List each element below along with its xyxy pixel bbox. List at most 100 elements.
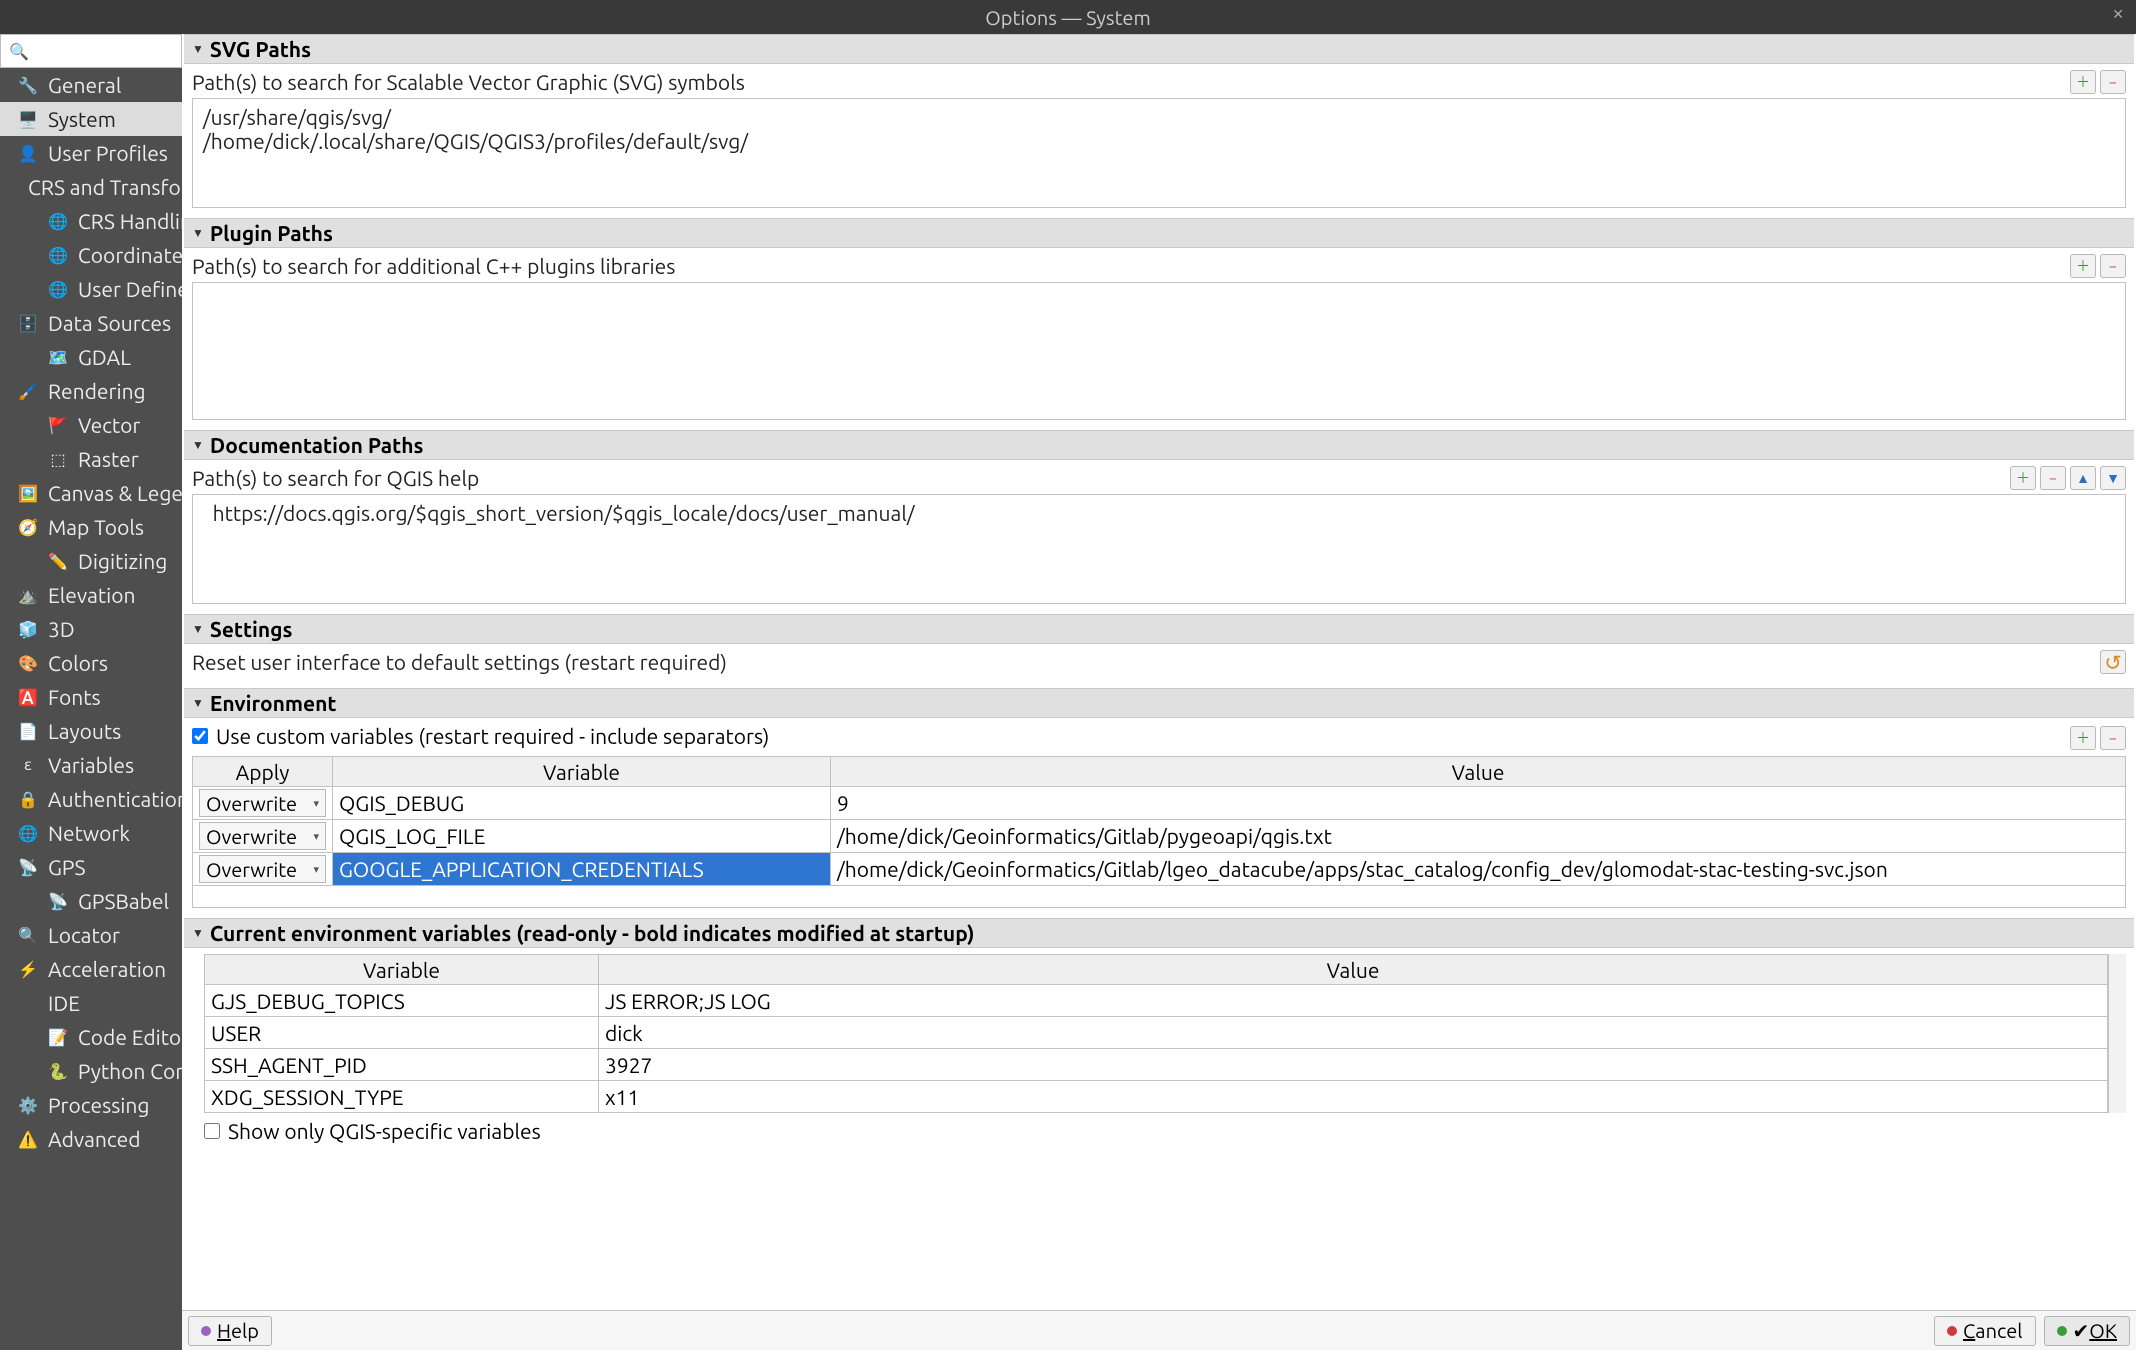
nav-item-icon: ⚙️ bbox=[18, 1095, 38, 1115]
section-header-settings[interactable]: ▼ Settings bbox=[184, 614, 2134, 644]
remove-path-button[interactable]: − bbox=[2040, 466, 2066, 490]
window-close-icon[interactable]: ✕ bbox=[2112, 6, 2124, 23]
nav-item-variables[interactable]: εVariables bbox=[0, 748, 182, 782]
env-row[interactable]: Overwrite▾QGIS_LOG_FILE/home/dick/Geoinf… bbox=[193, 820, 2126, 853]
section-header-plugin-paths[interactable]: ▼ Plugin Paths bbox=[184, 218, 2134, 248]
nav-item-label: Network bbox=[48, 821, 130, 845]
add-variable-button[interactable]: ＋ bbox=[2070, 726, 2096, 750]
nav-item-user-profiles[interactable]: 👤User Profiles bbox=[0, 136, 182, 170]
options-nav-tree[interactable]: 🔧General🖥️System👤User ProfilesCRS and Tr… bbox=[0, 68, 182, 1350]
env-value-cell[interactable]: 9 bbox=[831, 787, 2126, 820]
add-path-button[interactable]: ＋ bbox=[2010, 466, 2036, 490]
add-path-button[interactable]: ＋ bbox=[2070, 70, 2096, 94]
nav-item-coordinate[interactable]: 🌐Coordinate bbox=[0, 238, 182, 272]
section-header-doc-paths[interactable]: ▼ Documentation Paths bbox=[184, 430, 2134, 460]
svg-paths-list[interactable]: /usr/share/qgis/svg/ /home/dick/.local/s… bbox=[192, 98, 2126, 208]
doc-paths-list[interactable]: https://docs.qgis.org/$qgis_short_versio… bbox=[192, 494, 2126, 604]
nav-item-advanced[interactable]: ⚠️Advanced bbox=[0, 1122, 182, 1156]
nav-item-gdal[interactable]: 🗺️GDAL bbox=[0, 340, 182, 374]
nav-item-icon: ⚡ bbox=[18, 959, 38, 979]
nav-item-icon: 👤 bbox=[18, 143, 38, 163]
remove-path-button[interactable]: − bbox=[2100, 70, 2126, 94]
ok-label: ✔OK bbox=[2073, 1319, 2117, 1343]
nav-item-label: Layouts bbox=[48, 719, 121, 743]
section-header-environment[interactable]: ▼ Environment bbox=[184, 688, 2134, 718]
nav-item-rendering[interactable]: 🖌️Rendering bbox=[0, 374, 182, 408]
readonly-env-row[interactable]: GJS_DEBUG_TOPICSJS ERROR;JS LOG bbox=[205, 985, 2108, 1017]
ok-button[interactable]: ✔OK bbox=[2044, 1316, 2130, 1346]
move-down-button[interactable]: ▼ bbox=[2100, 466, 2126, 490]
apply-combo[interactable]: Overwrite▾ bbox=[199, 822, 326, 850]
nav-item-user-defined[interactable]: 🌐User Defined bbox=[0, 272, 182, 306]
reset-ui-button[interactable]: ↺ bbox=[2100, 650, 2126, 674]
env-variable-cell[interactable]: QGIS_DEBUG bbox=[333, 787, 831, 820]
nav-item-layouts[interactable]: 📄Layouts bbox=[0, 714, 182, 748]
nav-item-colors[interactable]: 🎨Colors bbox=[0, 646, 182, 680]
env-variable-cell[interactable]: QGIS_LOG_FILE bbox=[333, 820, 831, 853]
env-row[interactable]: Overwrite▾GOOGLE_APPLICATION_CREDENTIALS… bbox=[193, 853, 2126, 886]
remove-path-button[interactable]: − bbox=[2100, 254, 2126, 278]
readonly-env-row[interactable]: USERdick bbox=[205, 1017, 2108, 1049]
nav-item-vector[interactable]: 🚩Vector bbox=[0, 408, 182, 442]
apply-combo[interactable]: Overwrite▾ bbox=[199, 789, 326, 817]
cancel-button[interactable]: Cancel bbox=[1934, 1316, 2036, 1346]
nav-item-elevation[interactable]: ⛰️Elevation bbox=[0, 578, 182, 612]
nav-item-acceleration[interactable]: ⚡Acceleration bbox=[0, 952, 182, 986]
nav-item-label: IDE bbox=[48, 991, 80, 1015]
nav-item-digitizing[interactable]: ✏️Digitizing bbox=[0, 544, 182, 578]
use-custom-variables-checkbox[interactable] bbox=[192, 728, 208, 744]
custom-env-table[interactable]: Apply Variable Value Overwrite▾QGIS_DEBU… bbox=[192, 756, 2126, 886]
section-header-svg-paths[interactable]: ▼ SVG Paths bbox=[184, 34, 2134, 64]
col-value[interactable]: Value bbox=[599, 955, 2108, 985]
nav-item-icon: ✏️ bbox=[48, 551, 68, 571]
add-path-button[interactable]: ＋ bbox=[2070, 254, 2096, 278]
nav-item-gpsbabel[interactable]: 📡GPSBabel bbox=[0, 884, 182, 918]
env-variable-cell[interactable]: GOOGLE_APPLICATION_CREDENTIALS bbox=[333, 853, 831, 886]
section-header-current-env[interactable]: ▼ Current environment variables (read-on… bbox=[184, 918, 2134, 948]
env-value-cell[interactable]: /home/dick/Geoinformatics/Gitlab/pygeoap… bbox=[831, 820, 2126, 853]
search-input[interactable]: 🔍 bbox=[0, 34, 182, 68]
scrollbar[interactable] bbox=[2108, 954, 2126, 1113]
nav-item-canvas-legend[interactable]: 🖼️Canvas & Legend bbox=[0, 476, 182, 510]
col-variable[interactable]: Variable bbox=[333, 757, 831, 787]
nav-item-crs-handling[interactable]: 🌐CRS Handling bbox=[0, 204, 182, 238]
nav-item-python-console[interactable]: 🐍Python Console bbox=[0, 1054, 182, 1088]
nav-item-icon: 🎨 bbox=[18, 653, 38, 673]
nav-item-authentication[interactable]: 🔒Authentication bbox=[0, 782, 182, 816]
plugin-paths-list[interactable] bbox=[192, 282, 2126, 420]
nav-item-label: Authentication bbox=[48, 787, 182, 811]
nav-item-fonts[interactable]: 🅰️Fonts bbox=[0, 680, 182, 714]
readonly-env-row[interactable]: XDG_SESSION_TYPEx11 bbox=[205, 1081, 2108, 1113]
ro-variable-cell: SSH_AGENT_PID bbox=[205, 1049, 599, 1081]
nav-item-network[interactable]: 🌐Network bbox=[0, 816, 182, 850]
nav-item-ide[interactable]: IDE bbox=[0, 986, 182, 1020]
nav-item-general[interactable]: 🔧General bbox=[0, 68, 182, 102]
help-button[interactable]: Help bbox=[188, 1316, 272, 1346]
nav-item-icon: 🌐 bbox=[48, 245, 68, 265]
remove-variable-button[interactable]: − bbox=[2100, 726, 2126, 750]
nav-item-raster[interactable]: ⬚Raster bbox=[0, 442, 182, 476]
move-up-button[interactable]: ▲ bbox=[2070, 466, 2096, 490]
nav-item-code-editor[interactable]: 📝Code Editor bbox=[0, 1020, 182, 1054]
env-value-cell[interactable]: /home/dick/Geoinformatics/Gitlab/lgeo_da… bbox=[831, 853, 2126, 886]
nav-item-processing[interactable]: ⚙️Processing bbox=[0, 1088, 182, 1122]
nav-item-data-sources[interactable]: 🗄️Data Sources bbox=[0, 306, 182, 340]
apply-combo[interactable]: Overwrite▾ bbox=[199, 855, 326, 883]
env-row[interactable]: Overwrite▾QGIS_DEBUG9 bbox=[193, 787, 2126, 820]
col-variable[interactable]: Variable bbox=[205, 955, 599, 985]
nav-item-label: General bbox=[48, 73, 121, 97]
show-only-qgis-checkbox[interactable] bbox=[204, 1123, 220, 1139]
col-value[interactable]: Value bbox=[831, 757, 2126, 787]
readonly-env-row[interactable]: SSH_AGENT_PID3927 bbox=[205, 1049, 2108, 1081]
nav-item-map-tools[interactable]: 🧭Map Tools bbox=[0, 510, 182, 544]
nav-item-locator[interactable]: 🔍Locator bbox=[0, 918, 182, 952]
nav-item-label: Elevation bbox=[48, 583, 136, 607]
nav-item-label: Code Editor bbox=[78, 1025, 182, 1049]
nav-item-crs-and-transforms[interactable]: CRS and Transforms bbox=[0, 170, 182, 204]
nav-item-3d[interactable]: 🧊3D bbox=[0, 612, 182, 646]
readonly-env-table[interactable]: Variable Value GJS_DEBUG_TOPICSJS ERROR;… bbox=[204, 954, 2108, 1113]
nav-item-gps[interactable]: 📡GPS bbox=[0, 850, 182, 884]
nav-item-system[interactable]: 🖥️System bbox=[0, 102, 182, 136]
col-apply[interactable]: Apply bbox=[193, 757, 333, 787]
nav-item-label: Python Console bbox=[78, 1059, 182, 1083]
